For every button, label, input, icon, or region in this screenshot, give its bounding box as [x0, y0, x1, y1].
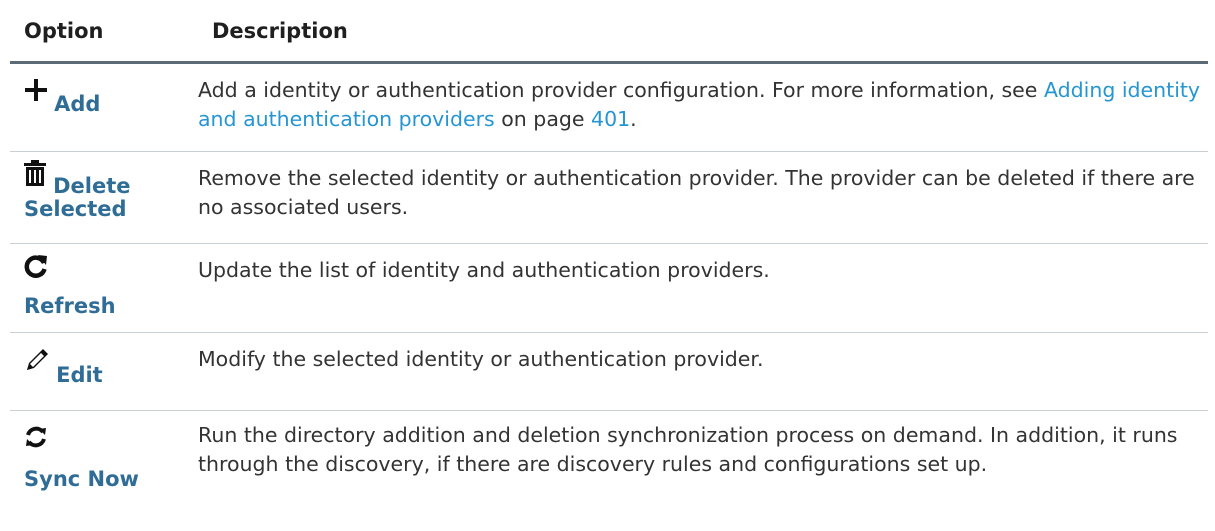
description-column-header: Description	[212, 18, 348, 43]
trash-icon	[24, 160, 46, 190]
plus-icon	[24, 78, 48, 106]
add-description: Add a identity or authentication provide…	[190, 64, 1208, 151]
refresh-button[interactable]: Refresh	[10, 244, 190, 332]
page-link[interactable]: 401	[591, 107, 630, 131]
table-header: Option Description	[10, 0, 1208, 64]
edit-description: Modify the selected identity or authenti…	[198, 347, 764, 371]
description-text: .	[630, 107, 637, 131]
add-label: Add	[54, 92, 101, 116]
refresh-icon	[24, 254, 48, 282]
selected-label: Selected	[24, 197, 127, 221]
delete-label: Delete	[53, 174, 131, 198]
table-row: Sync Now Run the directory addition and …	[10, 411, 1208, 531]
description-text: on page	[494, 107, 592, 131]
table-row: Add Add a identity or authentication pro…	[10, 64, 1208, 152]
add-button[interactable]: Add	[10, 64, 190, 151]
table-row: Delete Selected Remove the selected iden…	[10, 152, 1208, 244]
edit-label: Edit	[56, 363, 103, 387]
sync-now-button[interactable]: Sync Now	[10, 411, 190, 531]
refresh-description: Update the list of identity and authenti…	[198, 258, 770, 282]
pencil-icon	[24, 347, 50, 377]
table-row: Edit Modify the selected identity or aut…	[10, 333, 1208, 411]
refresh-label: Refresh	[24, 294, 116, 318]
option-column-header: Option	[24, 18, 104, 43]
sync-icon	[24, 425, 48, 453]
table-row: Refresh Update the list of identity and …	[10, 244, 1208, 333]
sync-now-label: Sync Now	[24, 467, 139, 491]
sync-now-description: Run the directory addition and deletion …	[198, 423, 1178, 476]
delete-selected-button[interactable]: Delete Selected	[10, 152, 190, 243]
delete-description: Remove the selected identity or authenti…	[198, 166, 1195, 219]
edit-button[interactable]: Edit	[10, 333, 190, 410]
options-table: Option Description Add Add a identity or…	[10, 0, 1208, 531]
description-text: Add a identity or authentication provide…	[198, 78, 1044, 102]
